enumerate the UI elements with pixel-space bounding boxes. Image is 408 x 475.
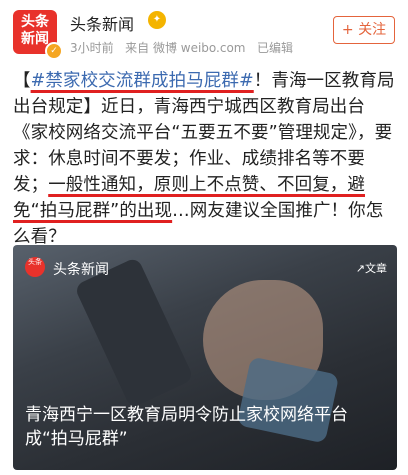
hashtag-link[interactable]: #禁家校交流群成拍马屁群# bbox=[31, 71, 254, 91]
article-tag-label: 文章 bbox=[365, 262, 387, 275]
article-icon: ↗ bbox=[355, 262, 365, 275]
post-body: 【#禁家校交流群成拍马屁群#！青海一区教育局出台规定】近日，青海西宁城西区教育局… bbox=[13, 68, 397, 250]
phone-image-shape bbox=[73, 256, 195, 409]
medal-icon: ✦ bbox=[148, 11, 166, 29]
article-card[interactable]: 头条 头条新闻 ↗文章 青海西宁一区教育局明令防止家校网络平台成“拍马屁群” bbox=[13, 245, 397, 470]
verified-badge-icon: ✓ bbox=[45, 42, 63, 60]
account-name[interactable]: 头条新闻 bbox=[70, 11, 134, 35]
article-tag: ↗文章 bbox=[356, 260, 387, 276]
post-meta: 3小时前 来自 微博 weibo.com 已编辑 bbox=[70, 39, 293, 56]
post-time: 3小时前 bbox=[70, 41, 114, 55]
card-source: 头条新闻 bbox=[53, 262, 109, 278]
edited-label: 已编辑 bbox=[256, 41, 293, 55]
card-title: 青海西宁一区教育局明令防止家校网络平台成“拍马屁群” bbox=[25, 405, 348, 449]
follow-button[interactable]: + 关注 bbox=[333, 16, 395, 44]
post-source: 来自 微博 weibo.com bbox=[125, 41, 246, 55]
bracket-open: 【 bbox=[13, 71, 31, 91]
post-header: 头条 新闻 ✓ 头条新闻 ✦ 3小时前 来自 微博 weibo.com 已编辑 +… bbox=[0, 0, 408, 62]
card-source-logo: 头条 bbox=[25, 257, 45, 277]
